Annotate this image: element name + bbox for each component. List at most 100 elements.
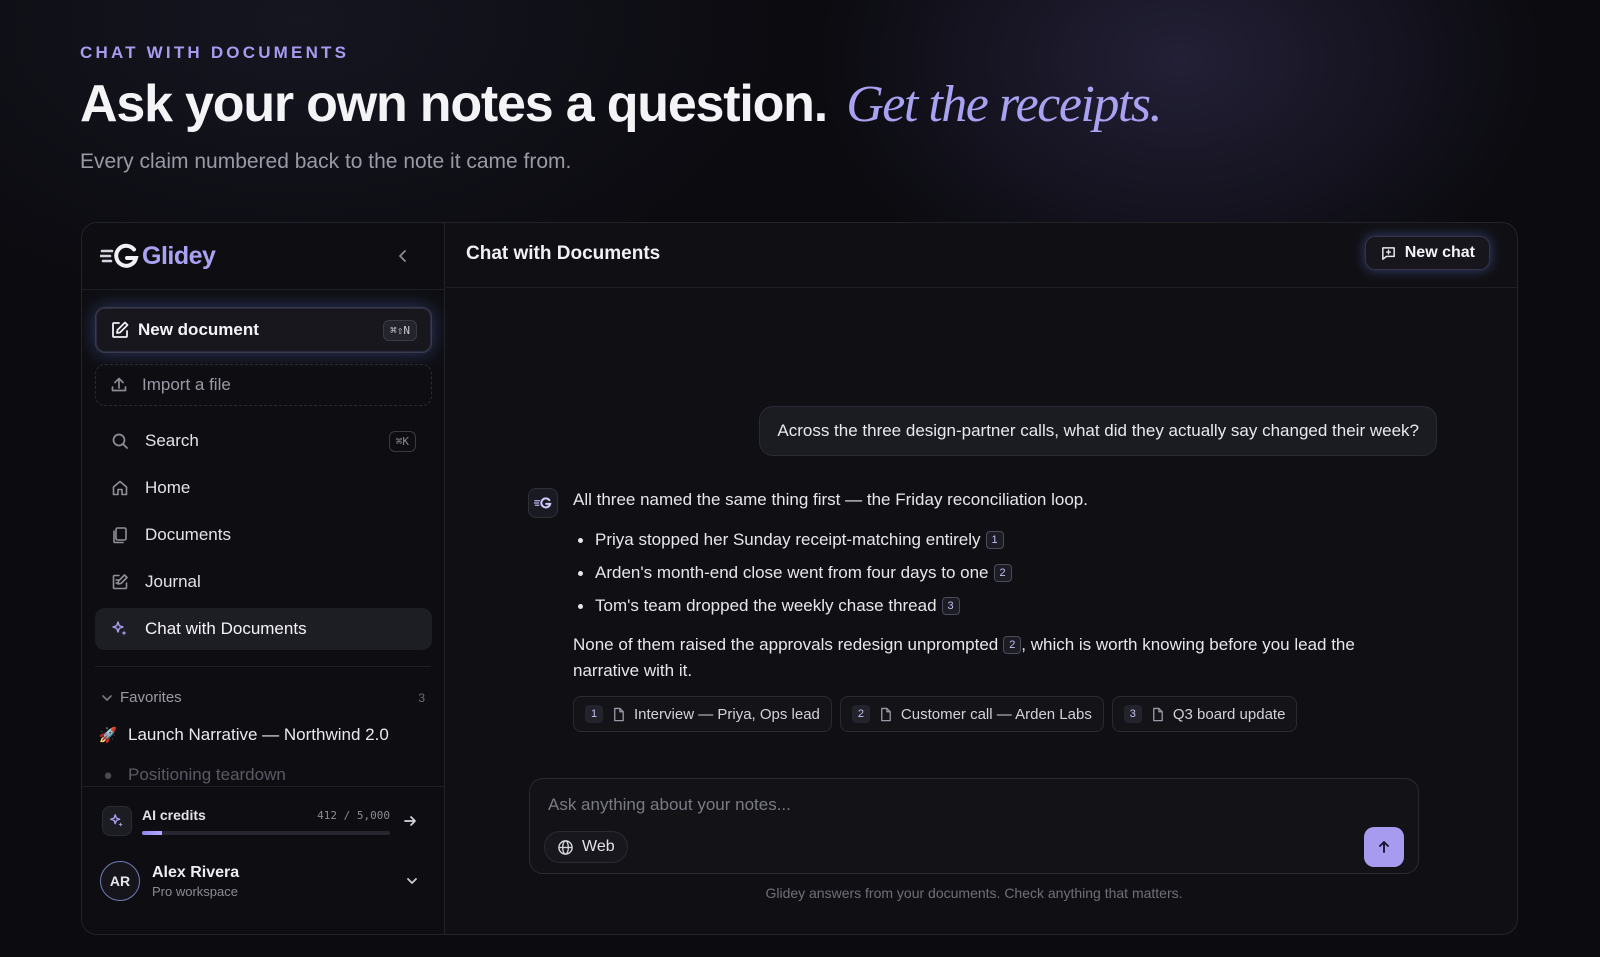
source-number: 3 [1123,705,1142,723]
glidey-logo-icon [100,243,139,268]
source-number: 1 [585,705,603,723]
favorite-label: Launch Narrative — Northwind 2.0 [128,725,389,744]
glidey-logo-icon [534,497,552,509]
credits-label: AI credits [142,807,206,823]
sidebar-divider [82,786,444,787]
arrow-up-icon [1379,841,1389,853]
sparkles-icon [102,806,132,836]
sidebar-divider [82,289,444,290]
source-label: Interview — Priya, Ops lead [634,705,820,723]
chat-input[interactable]: Ask anything about your notes... [548,795,791,815]
web-search-toggle[interactable]: Web [544,831,628,863]
answer-bullets: Priya stopped her Sunday receipt-matchin… [573,527,1413,626]
chevron-left-icon [399,250,406,262]
file-icon [1152,707,1163,721]
home-icon [112,480,128,496]
nav-label: Search [145,431,199,450]
nav-label: Chat with Documents [145,619,307,638]
arrow-right-icon[interactable] [402,813,418,829]
chat-panel: Chat with Documents New chat Across the … [446,223,1517,934]
disclaimer: Glidey answers from your documents. Chec… [765,885,1183,901]
sidebar: Glidey New document ⌘⇧N Import a file Se… [82,223,445,934]
nav-item-journal[interactable]: Journal [95,561,432,603]
new-chat-button[interactable]: New chat [1364,236,1490,270]
globe-icon [558,839,573,855]
favorite-item[interactable]: 🚀 Launch Narrative — Northwind 2.0 [98,725,428,745]
user-name: Alex Rivera [152,863,240,881]
app-window: Glidey New document ⌘⇧N Import a file Se… [81,222,1518,935]
nav-item-chat-with-documents[interactable]: Chat with Documents [95,608,432,650]
chevron-down-icon [407,878,417,884]
file-icon [881,707,891,721]
rocket-icon: 🚀 [98,727,118,744]
source-number: 2 [851,705,870,723]
search-icon [112,433,128,449]
answer-paragraph: None of them raised the approvals redesi… [573,632,1413,684]
user-message: Across the three design-partner calls, w… [759,406,1437,456]
answer-bullet: Priya stopped her Sunday receipt-matchin… [573,527,1413,560]
user-menu[interactable]: AR Alex Rivera Pro workspace [100,859,420,903]
sidebar-divider [95,666,431,667]
credits-info: AI credits 412 / 5,000 [142,807,390,835]
collapse-sidebar-button[interactable] [392,245,414,267]
answer-bullet: Arden's month-end close went from four d… [573,560,1413,593]
assistant-answer: All three named the same thing first — t… [573,487,1413,684]
hero-subhead: Every claim numbered back to the note it… [80,150,572,173]
nav-item-home[interactable]: Home [95,467,432,509]
citation-badge[interactable]: 2 [993,564,1012,582]
bullet-text: Priya stopped her Sunday receipt-matchin… [595,530,981,549]
journal-icon [112,574,128,590]
chevron-down-icon [102,694,112,701]
file-icon [614,707,624,721]
ai-credits-widget[interactable]: AI credits 412 / 5,000 [102,801,422,841]
import-file-button[interactable]: Import a file [95,364,432,406]
credits-progress-fill [142,831,163,835]
document-emoji-icon: ● [103,766,113,784]
nav-item-documents[interactable]: Documents [95,514,432,556]
nav-label: Journal [145,572,201,591]
nav-label: Documents [145,525,231,544]
source-label: Customer call — Arden Labs [900,705,1092,723]
favorites-header[interactable]: Favorites 3 [100,689,425,706]
chat-header: Chat with Documents New chat [446,223,1517,288]
nav-label: Home [145,478,191,497]
source-chip[interactable]: 1 Interview — Priya, Ops lead [573,696,832,732]
avatar: AR [100,861,140,901]
brand[interactable]: Glidey [100,241,216,271]
nav-item-search[interactable]: Search ⌘K [95,420,432,462]
favorite-item[interactable]: ● Positioning teardown [98,766,428,784]
web-toggle-label: Web [582,838,615,855]
favorites-title: Favorites [120,689,182,706]
bullet-text: Tom's team dropped the weekly chase thre… [595,596,937,615]
new-document-label: New document [138,320,259,339]
source-label: Q3 board update [1172,705,1286,723]
edit-icon [112,321,129,338]
assistant-avatar [528,488,558,518]
source-chip[interactable]: 3 Q3 board update [1111,696,1298,732]
search-shortcut: ⌘K [388,430,416,452]
credits-usage: 412 / 5,000 [317,808,390,822]
user-workspace: Pro workspace [152,883,238,899]
sparkles-icon [112,621,127,636]
hero-headline-accent: Get the receipts. [846,76,1162,133]
hero-eyebrow: CHAT WITH DOCUMENTS [80,43,350,62]
documents-icon [113,527,127,544]
source-chip[interactable]: 2 Customer call — Arden Labs [839,696,1104,732]
bullet-text: Arden's month-end close went from four d… [595,563,989,582]
answer-text: None of them raised the approvals redesi… [573,635,999,654]
chat-composer: Ask anything about your notes... Web [529,778,1419,874]
citation-badge[interactable]: 1 [985,531,1004,549]
send-button[interactable] [1364,827,1404,867]
citation-badge[interactable]: 3 [941,597,960,615]
new-document-button[interactable]: New document ⌘⇧N [95,307,432,353]
credits-progress-bar [142,831,390,835]
new-document-shortcut: ⌘⇧N [383,319,417,341]
chat-plus-icon [1381,246,1395,260]
page-title: Chat with Documents [466,243,661,264]
citation-badge[interactable]: 2 [1003,636,1022,654]
answer-bullet: Tom's team dropped the weekly chase thre… [573,593,1413,626]
favorites-count: 3 [418,690,425,705]
new-chat-label: New chat [1404,244,1475,261]
source-list: 1 Interview — Priya, Ops lead 2 Customer… [573,696,1298,732]
answer-lead: All three named the same thing first — t… [573,490,1088,509]
